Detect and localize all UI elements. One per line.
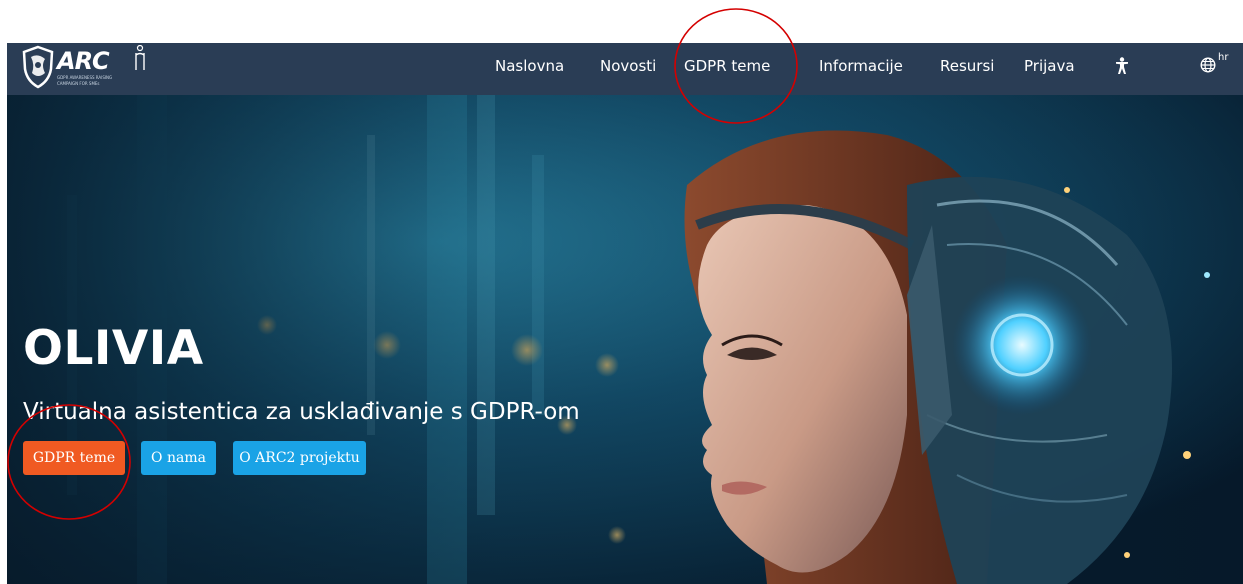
figure-icon xyxy=(135,45,145,70)
nav-item-resursi[interactable]: Resursi xyxy=(940,57,994,75)
nav-item-naslovna[interactable]: Naslovna xyxy=(495,57,564,75)
hero-section: OLIVIA Virtualna asistentica za usklađiv… xyxy=(7,95,1243,584)
top-navbar: ARC GDPR AWARENESS RAISING CAMPAIGN FOR … xyxy=(7,43,1243,95)
logo-subtitle: GDPR AWARENESS RAISING xyxy=(57,75,113,80)
o-nama-button[interactable]: O nama xyxy=(141,441,216,475)
arc-logo[interactable]: ARC GDPR AWARENESS RAISING CAMPAIGN FOR … xyxy=(21,45,161,91)
o-arc2-projektu-button[interactable]: O ARC2 projektu xyxy=(233,441,366,475)
globe-icon[interactable] xyxy=(1200,57,1216,73)
shield-logo-icon xyxy=(22,45,54,89)
logo-name: ARC xyxy=(57,47,110,75)
browser-viewport: ARC GDPR AWARENESS RAISING CAMPAIGN FOR … xyxy=(7,43,1243,584)
gdpr-teme-button[interactable]: GDPR teme xyxy=(23,441,125,475)
nav-item-gdpr-teme[interactable]: GDPR teme xyxy=(684,57,770,75)
nav-item-novosti[interactable]: Novosti xyxy=(600,57,656,75)
logo-subtitle: CAMPAIGN FOR SMEs xyxy=(57,81,100,86)
language-code[interactable]: hr xyxy=(1218,52,1228,63)
nav-item-prijava[interactable]: Prijava xyxy=(1024,57,1075,75)
nav-item-informacije[interactable]: Informacije xyxy=(819,57,903,75)
accessibility-icon[interactable] xyxy=(1115,57,1129,75)
hero-subtitle: Virtualna asistentica za usklađivanje s … xyxy=(23,399,580,425)
hero-title: OLIVIA xyxy=(23,321,204,376)
